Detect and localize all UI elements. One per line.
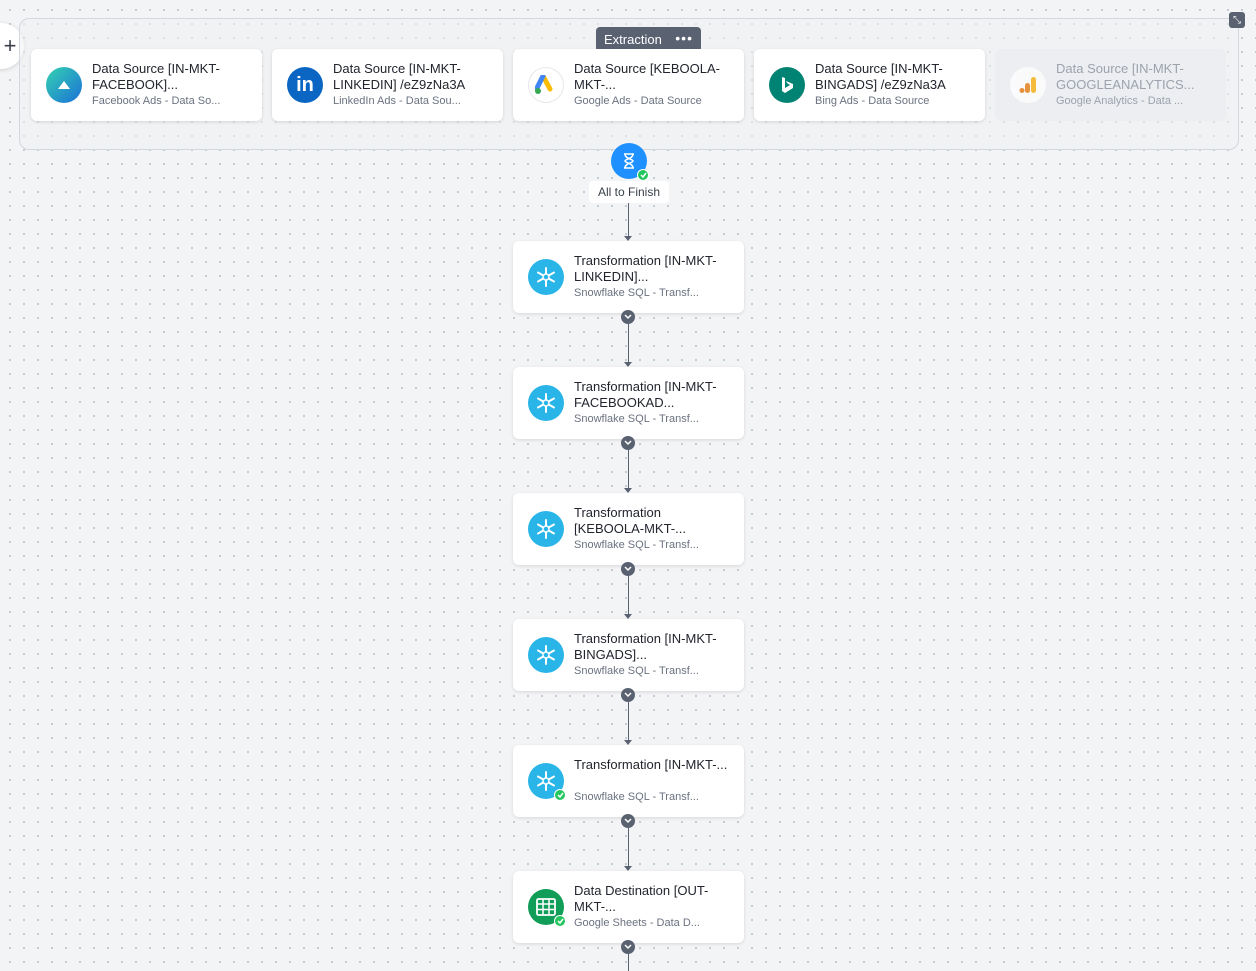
connector-line [628, 576, 629, 615]
task-title: Data Source [KEBOOLA-MKT-... [574, 61, 720, 92]
task-card-linkedin[interactable]: in Data Source [IN-MKT-LINKEDIN] /eZ9zNa… [272, 49, 503, 121]
collapse-phase-icon[interactable]: ⤡ [1229, 12, 1245, 28]
task-subtitle: LinkedIn Ads - Data Sou... [333, 95, 461, 107]
connector-line [628, 954, 629, 971]
step-card-transformation-mkt[interactable]: Transformation [IN-MKT-... Snowflake SQL… [513, 745, 744, 817]
step-card-transformation-bingads[interactable]: Transformation [IN-MKT-BINGADS]... Snowf… [513, 619, 744, 691]
success-check-icon [554, 789, 566, 801]
step-title: Data Destination [OUT-MKT-... [574, 883, 709, 914]
step-card-transformation-linkedin[interactable]: Transformation [IN-MKT-LINKEDIN]... Snow… [513, 241, 744, 313]
task-subtitle: Bing Ads - Data Source [815, 95, 930, 107]
step-subtitle: Snowflake SQL - Transf... [574, 287, 699, 299]
success-check-icon [554, 915, 566, 927]
google-sheets-icon [528, 889, 566, 927]
task-title: Data Source [IN-MKT-LINKEDIN] /eZ9zNa3A [333, 61, 466, 92]
chevron-down-icon[interactable] [621, 814, 635, 828]
connector-line [628, 450, 629, 489]
snowflake-icon [528, 763, 566, 801]
task-card-facebook[interactable]: Data Source [IN-MKT-FACEBOOK]... Faceboo… [31, 49, 262, 121]
step-title: Transformation [KEBOOLA-MKT-... [574, 505, 686, 536]
chevron-down-icon[interactable] [621, 562, 635, 576]
phase-title-text: Extraction [604, 32, 662, 47]
chevron-down-icon[interactable] [621, 688, 635, 702]
step-subtitle: Snowflake SQL - Transf... [574, 413, 699, 425]
linkedin-icon: in [287, 67, 323, 103]
step-card-transformation-facebook[interactable]: Transformation [IN-MKT-FACEBOOKAD... Sno… [513, 367, 744, 439]
task-subtitle: Google Ads - Data Source [574, 95, 702, 107]
facebook-ads-icon [46, 67, 82, 103]
add-label: + [3, 33, 17, 58]
connector-line [628, 203, 629, 237]
connector-line [628, 828, 629, 867]
snowflake-icon [528, 259, 564, 295]
google-analytics-icon [1010, 67, 1046, 103]
chevron-down-icon[interactable] [621, 436, 635, 450]
connector-line [628, 702, 629, 741]
google-ads-icon [528, 67, 564, 103]
snowflake-icon [528, 385, 564, 421]
task-subtitle: Google Analytics - Data ... [1056, 95, 1184, 107]
task-title: Data Source [IN-MKT-GOOGLEANALYTICS... [1056, 61, 1195, 92]
step-card-transformation-keboola[interactable]: Transformation [KEBOOLA-MKT-... Snowflak… [513, 493, 744, 565]
step-title: Transformation [IN-MKT-... [574, 757, 728, 772]
task-card-google-analytics[interactable]: Data Source [IN-MKT-GOOGLEANALYTICS... G… [995, 49, 1226, 121]
connector-line [628, 324, 629, 363]
step-subtitle: Google Sheets - Data D... [574, 917, 700, 929]
step-subtitle: Snowflake SQL - Transf... [574, 539, 699, 551]
snowflake-icon [528, 511, 564, 547]
step-title: Transformation [IN-MKT-BINGADS]... [574, 631, 717, 662]
step-subtitle: Snowflake SQL - Transf... [574, 665, 699, 677]
hourglass-icon[interactable] [611, 143, 649, 181]
task-card-google-ads[interactable]: Data Source [KEBOOLA-MKT-... Google Ads … [513, 49, 744, 121]
phase-menu-button[interactable]: ••• [675, 30, 693, 46]
chevron-down-icon[interactable] [621, 310, 635, 324]
chevron-down-icon[interactable] [621, 940, 635, 954]
task-title: Data Source [IN-MKT-FACEBOOK]... [92, 61, 220, 92]
task-card-bing[interactable]: Data Source [IN-MKT-BINGADS] /eZ9zNa3A B… [754, 49, 985, 121]
step-subtitle: Snowflake SQL - Transf... [574, 791, 699, 803]
task-subtitle: Facebook Ads - Data So... [92, 95, 221, 107]
snowflake-icon [528, 637, 564, 673]
success-check-icon [637, 169, 649, 181]
step-card-data-destination[interactable]: Data Destination [OUT-MKT-... Google She… [513, 871, 744, 943]
task-title: Data Source [IN-MKT-BINGADS] /eZ9zNa3A [815, 61, 946, 92]
bing-icon [769, 67, 805, 103]
step-title: Transformation [IN-MKT-FACEBOOKAD... [574, 379, 717, 410]
wait-label: All to Finish [589, 181, 669, 203]
step-title: Transformation [IN-MKT-LINKEDIN]... [574, 253, 717, 284]
